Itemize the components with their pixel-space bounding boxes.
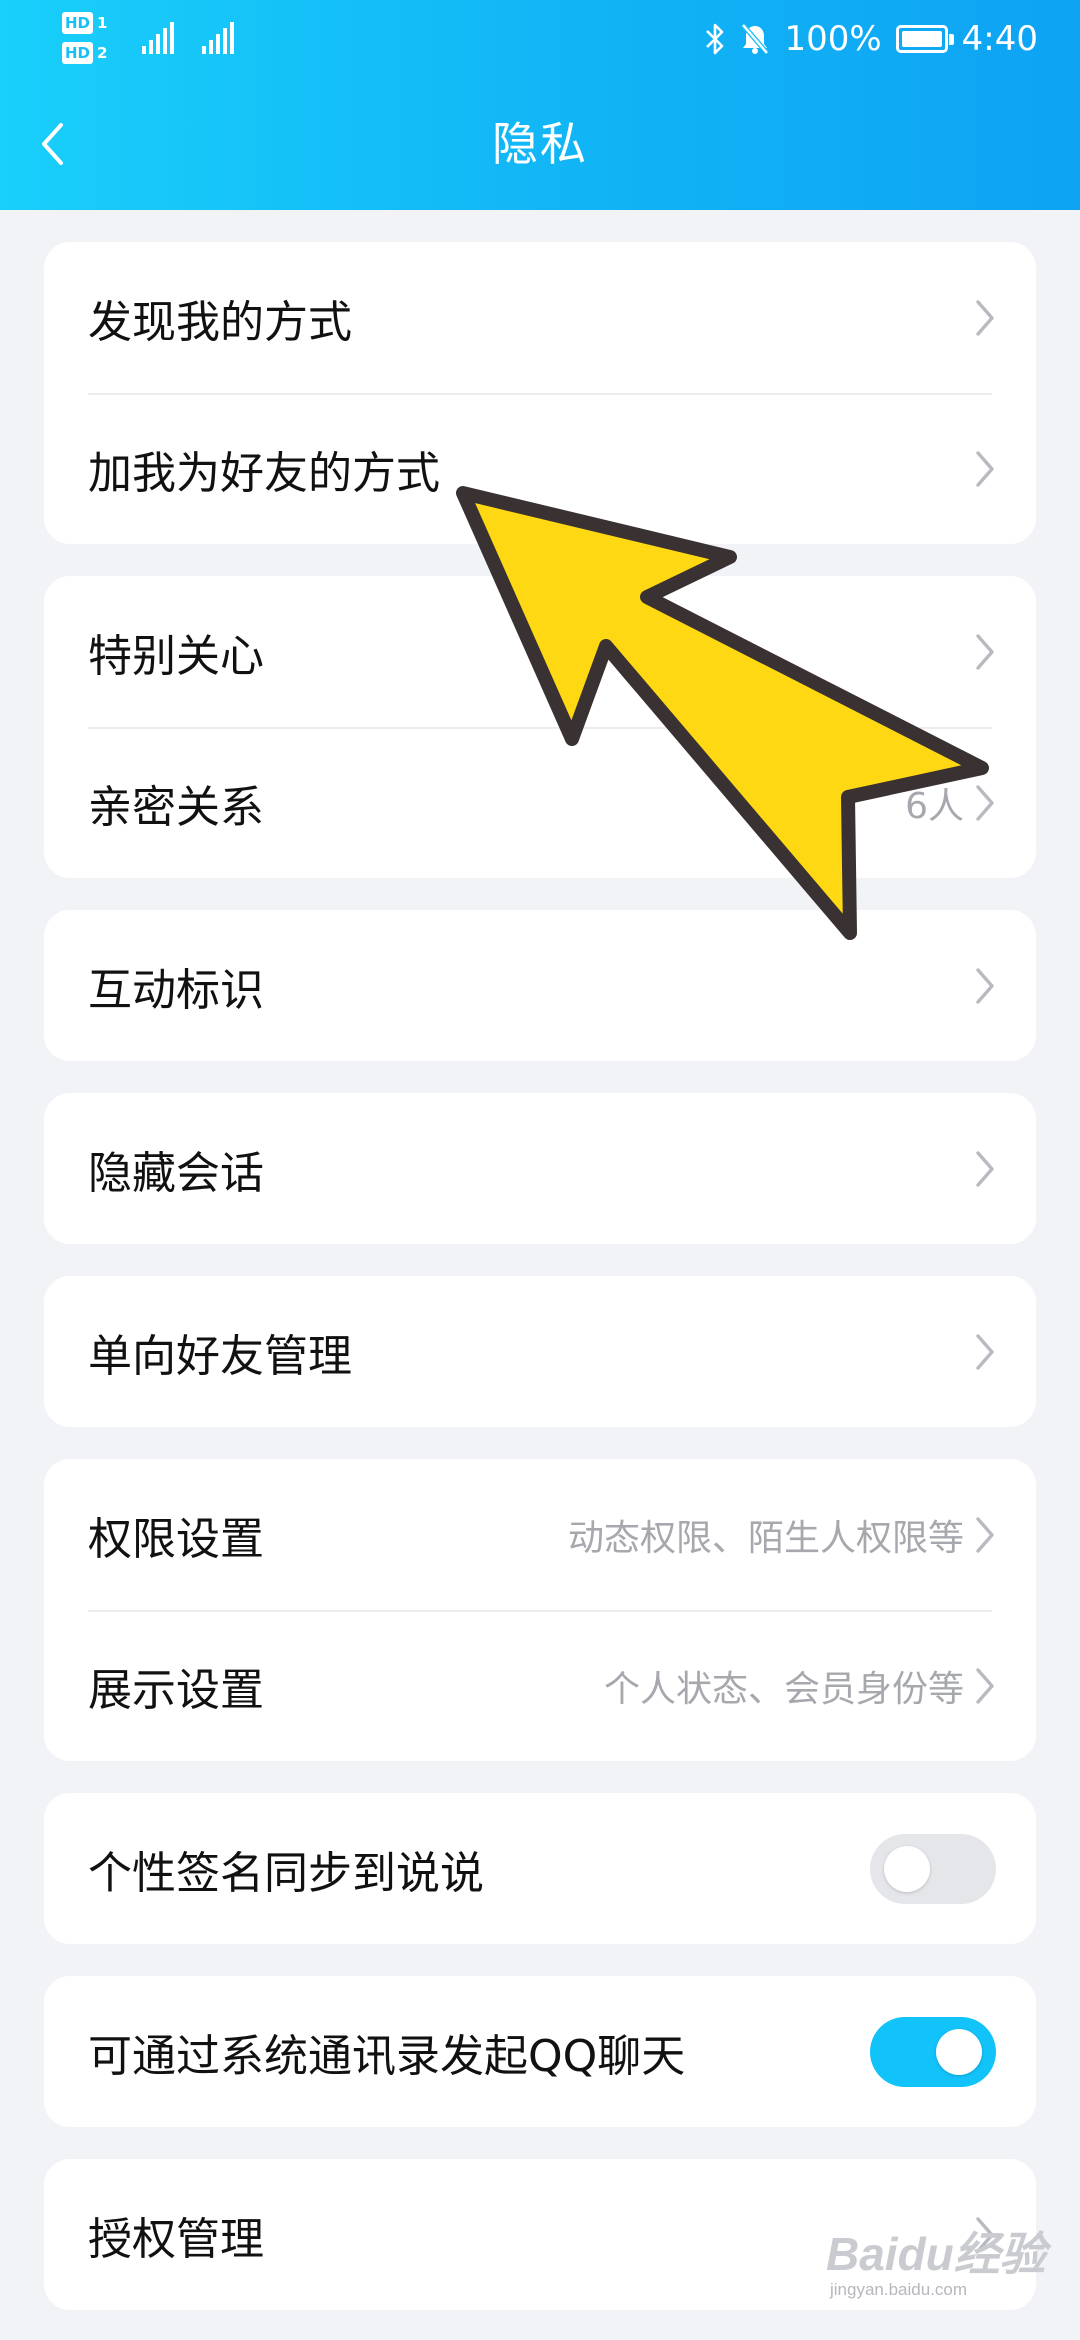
row-label: 可通过系统通讯录发起QQ聊天 — [88, 2030, 686, 2082]
sim1-hd-tag: HD — [62, 12, 94, 34]
row-label: 特别关心 — [88, 630, 264, 682]
battery-icon — [895, 25, 954, 53]
watermark: Baidu经验 jingyan.baidu.com — [826, 2218, 1046, 2299]
chevron-right-icon — [976, 450, 994, 487]
sim1-number: 1 — [97, 14, 108, 32]
row-add-friend-method[interactable]: 加我为好友的方式 — [44, 393, 1036, 544]
battery-fill — [901, 31, 942, 47]
cellular-signal-icon — [142, 22, 234, 54]
row-value: 个人状态、会员身份等 — [603, 1668, 964, 1710]
page-title: 隐私 — [492, 117, 588, 171]
chevron-right-icon — [976, 1333, 994, 1370]
row-hidden-chats[interactable]: 隐藏会话 — [44, 1093, 1036, 1244]
row-label: 亲密关系 — [88, 781, 264, 833]
signature-sync-card: 个性签名同步到说说 — [44, 1793, 1036, 1944]
row-special-care[interactable]: 特别关心 — [44, 576, 1036, 727]
row-label: 隐藏会话 — [88, 1147, 264, 1199]
chevron-right-icon — [976, 967, 994, 1004]
watermark-brand: Baidu经验 — [826, 2228, 1046, 2280]
contacts-qq-chat-toggle[interactable] — [870, 2016, 996, 2087]
bluetooth-icon — [706, 23, 724, 55]
sim1-indicator: HD 1 — [62, 12, 107, 34]
relationship-card: 特别关心 亲密关系 6人 — [44, 576, 1036, 878]
signature-sync-toggle[interactable] — [870, 1833, 996, 1904]
chevron-right-icon — [976, 299, 994, 336]
row-label: 展示设置 — [88, 1664, 264, 1716]
status-right-group: 100% 4:40 — [704, 14, 1038, 64]
app-header: HD 1 HD 2 100% 4:40 隐私 — [0, 0, 1080, 210]
one-way-friends-card: 单向好友管理 — [44, 1276, 1036, 1427]
row-interaction-badge[interactable]: 互动标识 — [44, 910, 1036, 1061]
hidden-chats-card: 隐藏会话 — [44, 1093, 1036, 1244]
row-label: 互动标识 — [88, 964, 264, 1016]
watermark-url: jingyan.baidu.com — [830, 2280, 968, 2299]
permissions-card: 权限设置 动态权限、陌生人权限等 展示设置 个人状态、会员身份等 — [44, 1459, 1036, 1761]
row-how-to-find-me[interactable]: 发现我的方式 — [44, 242, 1036, 393]
contacts-chat-card: 可通过系统通讯录发起QQ聊天 — [44, 1976, 1036, 2127]
sim2-number: 2 — [97, 44, 108, 62]
toggle-knob — [936, 2028, 982, 2075]
row-value: 6人 — [905, 785, 964, 827]
chevron-right-icon — [976, 1150, 994, 1187]
toggle-knob — [884, 1845, 930, 1892]
sim2-hd-tag: HD — [62, 42, 94, 64]
row-intimate-relationship[interactable]: 亲密关系 6人 — [44, 727, 1036, 878]
row-label: 加我为好友的方式 — [88, 447, 440, 499]
row-permission-settings[interactable]: 权限设置 动态权限、陌生人权限等 — [44, 1459, 1036, 1610]
row-one-way-friends[interactable]: 单向好友管理 — [44, 1276, 1036, 1427]
status-bar: HD 1 HD 2 100% 4:40 — [0, 0, 1080, 80]
interaction-badge-card: 互动标识 — [44, 910, 1036, 1061]
bell-muted-icon — [741, 23, 770, 55]
sim2-indicator: HD 2 — [62, 42, 107, 64]
chevron-right-icon — [976, 1516, 994, 1553]
row-label: 权限设置 — [88, 1513, 264, 1565]
row-value: 动态权限、陌生人权限等 — [567, 1517, 964, 1559]
row-label: 个性签名同步到说说 — [88, 1847, 484, 1899]
row-label: 单向好友管理 — [88, 1330, 352, 1382]
clock: 4:40 — [961, 19, 1038, 59]
chevron-right-icon — [976, 784, 994, 821]
row-signature-sync: 个性签名同步到说说 — [44, 1793, 1036, 1944]
chevron-right-icon — [976, 633, 994, 670]
row-display-settings[interactable]: 展示设置 个人状态、会员身份等 — [44, 1610, 1036, 1761]
row-label: 发现我的方式 — [88, 296, 352, 348]
row-contacts-qq-chat: 可通过系统通讯录发起QQ聊天 — [44, 1976, 1036, 2127]
battery-percent: 100% — [784, 19, 882, 59]
chevron-right-icon — [976, 1667, 994, 1704]
discovery-settings-card: 发现我的方式 加我为好友的方式 — [44, 242, 1036, 544]
